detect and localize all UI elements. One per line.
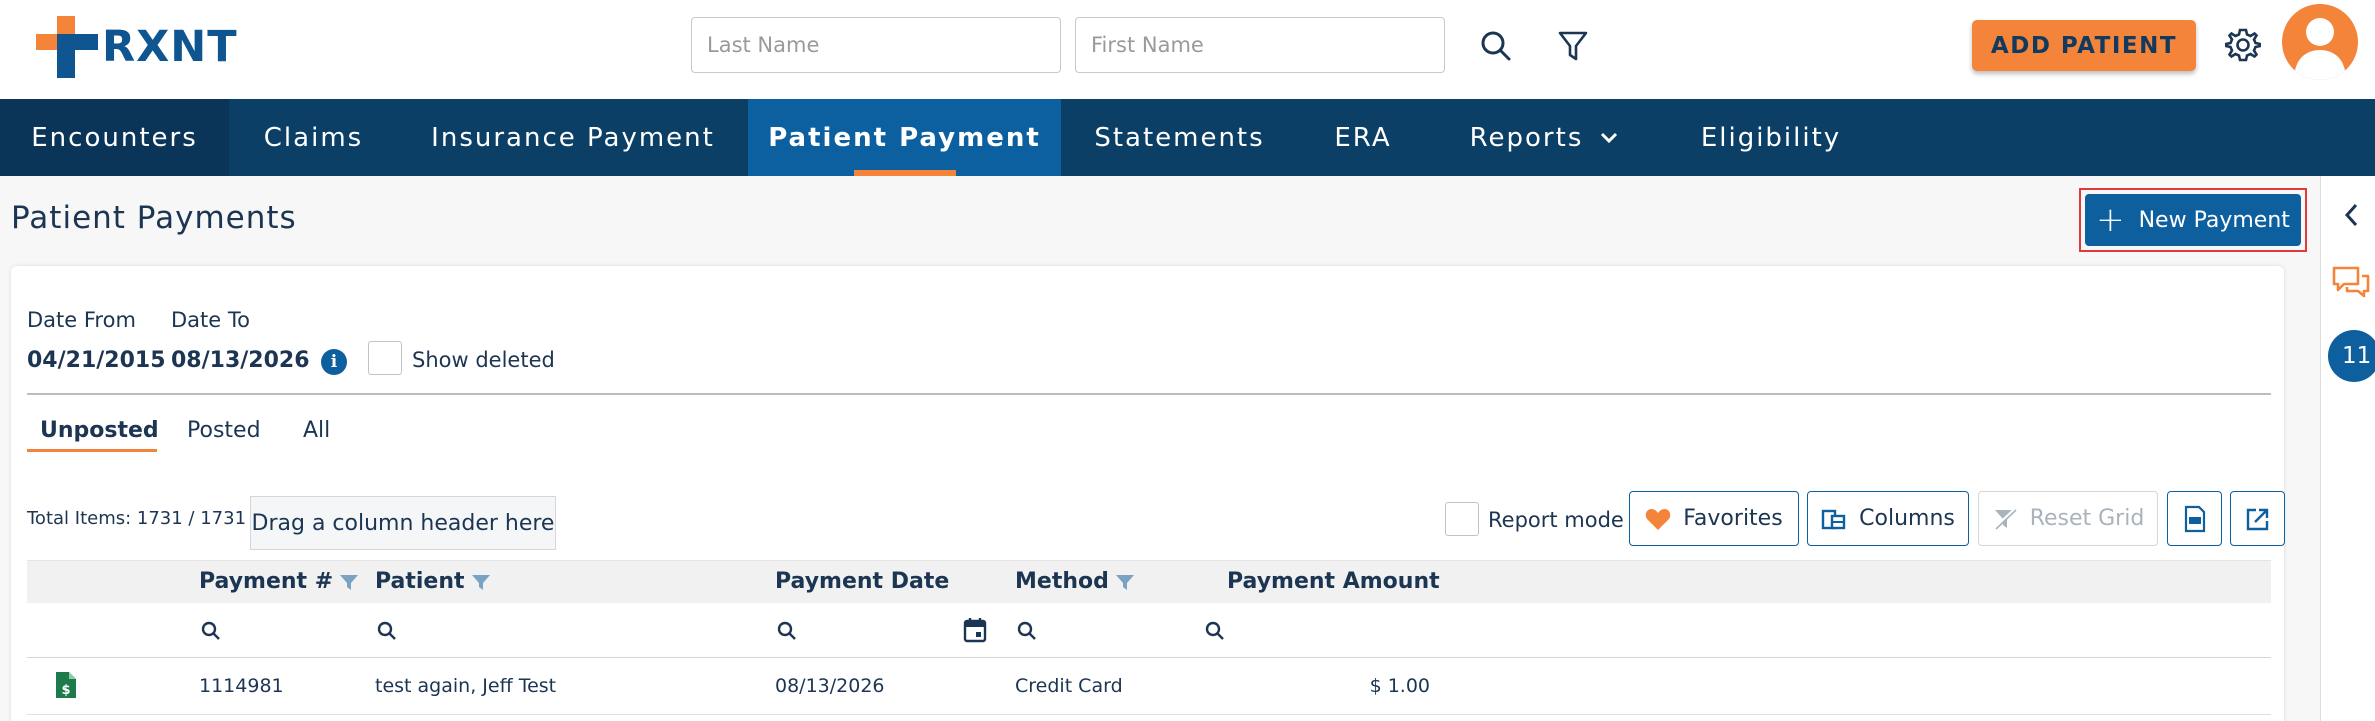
group-drop-zone[interactable]: Drag a column header here (250, 496, 556, 550)
tab-unposted[interactable]: Unposted (40, 418, 159, 443)
logo-text: RXNT (102, 22, 238, 72)
column-filter-icon[interactable] (471, 573, 491, 591)
nav-item-statements[interactable]: Statements (1061, 99, 1298, 176)
user-silhouette-icon (2294, 18, 2346, 80)
show-deleted-label: Show deleted (412, 348, 555, 372)
report-mode-checkbox[interactable] (1445, 502, 1479, 536)
heart-icon (1646, 508, 1671, 530)
active-tab-indicator (27, 449, 157, 452)
last-name-input[interactable] (691, 17, 1061, 73)
page-title: Patient Payments (11, 200, 297, 236)
columns-button[interactable]: Columns (1807, 491, 1969, 546)
date-to-value[interactable]: 08/13/2026 (171, 348, 310, 373)
grid-header: Payment # Patient Payment Date Method Pa… (27, 560, 2271, 603)
export-button[interactable] (2230, 491, 2285, 546)
first-name-input[interactable] (1075, 17, 1445, 73)
plus-icon: + (2096, 200, 2125, 240)
table-row[interactable]: $ 1114981 test again, Jeff Test 08/13/20… (27, 658, 2271, 715)
svg-text:$: $ (61, 683, 70, 698)
column-filter-icon[interactable] (339, 573, 359, 591)
date-to-label: Date To (171, 308, 250, 332)
date-from-label: Date From (27, 308, 136, 332)
nav-item-era[interactable]: ERA (1298, 99, 1428, 176)
cell-method: Credit Card (1015, 675, 1123, 697)
new-payment-highlight: + New Payment (2079, 188, 2307, 252)
search-icon[interactable] (1205, 621, 1225, 641)
add-patient-button[interactable]: ADD PATIENT (1972, 20, 2196, 71)
chevron-down-icon (1601, 132, 1618, 143)
cell-payment-date: 08/13/2026 (775, 675, 885, 697)
column-header-method[interactable]: Method (1015, 569, 1135, 594)
nav-item-eligibility[interactable]: Eligibility (1661, 99, 1881, 176)
search-icon[interactable] (777, 621, 797, 641)
new-payment-button[interactable]: + New Payment (2085, 194, 2301, 246)
date-from-value[interactable]: 04/21/2015 (27, 348, 166, 373)
favorites-button[interactable]: Favorites (1629, 491, 1799, 546)
pdf-icon (2184, 505, 2205, 532)
columns-icon (1821, 509, 1846, 529)
right-rail: 11 (2320, 176, 2375, 721)
nav-item-patient-payment[interactable]: Patient Payment (748, 99, 1061, 176)
rxnt-cross-icon (36, 16, 98, 78)
column-filter-icon[interactable] (1115, 573, 1135, 591)
search-icon[interactable] (377, 621, 397, 641)
nav-item-encounters[interactable]: Encounters (0, 99, 229, 176)
nav-item-reports[interactable]: Reports (1428, 99, 1661, 176)
payments-card: Date From 04/21/2015 Date To 08/13/2026 … (11, 266, 2285, 721)
main-nav: Encounters Claims Insurance Payment Pati… (0, 99, 2375, 176)
column-header-payment-date[interactable]: Payment Date (775, 569, 949, 594)
tab-all[interactable]: All (303, 418, 330, 443)
export-icon (2246, 508, 2268, 530)
nav-item-insurance-payment[interactable]: Insurance Payment (398, 99, 748, 176)
info-icon[interactable]: i (321, 349, 347, 375)
filter-icon[interactable] (1553, 26, 1593, 66)
rxnt-logo[interactable]: RXNT (36, 16, 238, 78)
gear-icon[interactable] (2222, 24, 2264, 66)
nav-item-claims[interactable]: Claims (229, 99, 398, 176)
filter-divider (27, 393, 2271, 395)
reset-filter-icon (1993, 507, 2017, 530)
cell-patient: test again, Jeff Test (375, 675, 557, 697)
column-header-payment-amount[interactable]: Payment Amount (1227, 569, 1440, 594)
show-deleted-checkbox[interactable] (368, 341, 402, 375)
notification-badge[interactable]: 11 (2328, 330, 2375, 382)
export-pdf-button[interactable] (2167, 491, 2222, 546)
cell-payment-no: 1114981 (199, 675, 284, 697)
total-items: Total Items: 1731 / 1731 (27, 508, 247, 529)
search-icon[interactable] (201, 621, 221, 641)
payment-receipt-icon[interactable]: $ (54, 670, 78, 700)
column-header-payment-no[interactable]: Payment # (199, 569, 359, 594)
chevron-left-icon[interactable] (2343, 202, 2361, 228)
search-icon[interactable] (1476, 26, 1516, 66)
tab-posted[interactable]: Posted (187, 418, 261, 443)
calendar-icon[interactable] (963, 617, 987, 643)
search-icon[interactable] (1017, 621, 1037, 641)
reset-grid-button[interactable]: Reset Grid (1978, 491, 2158, 546)
top-header: RXNT ADD PATIENT (0, 0, 2375, 99)
chat-icon[interactable] (2331, 264, 2371, 302)
grid-filter-row (27, 603, 2271, 658)
column-header-patient[interactable]: Patient (375, 569, 491, 594)
report-mode-label: Report mode (1488, 508, 1624, 532)
cell-payment-amount: $ 1.00 (1369, 675, 1430, 697)
user-avatar[interactable] (2282, 4, 2358, 80)
